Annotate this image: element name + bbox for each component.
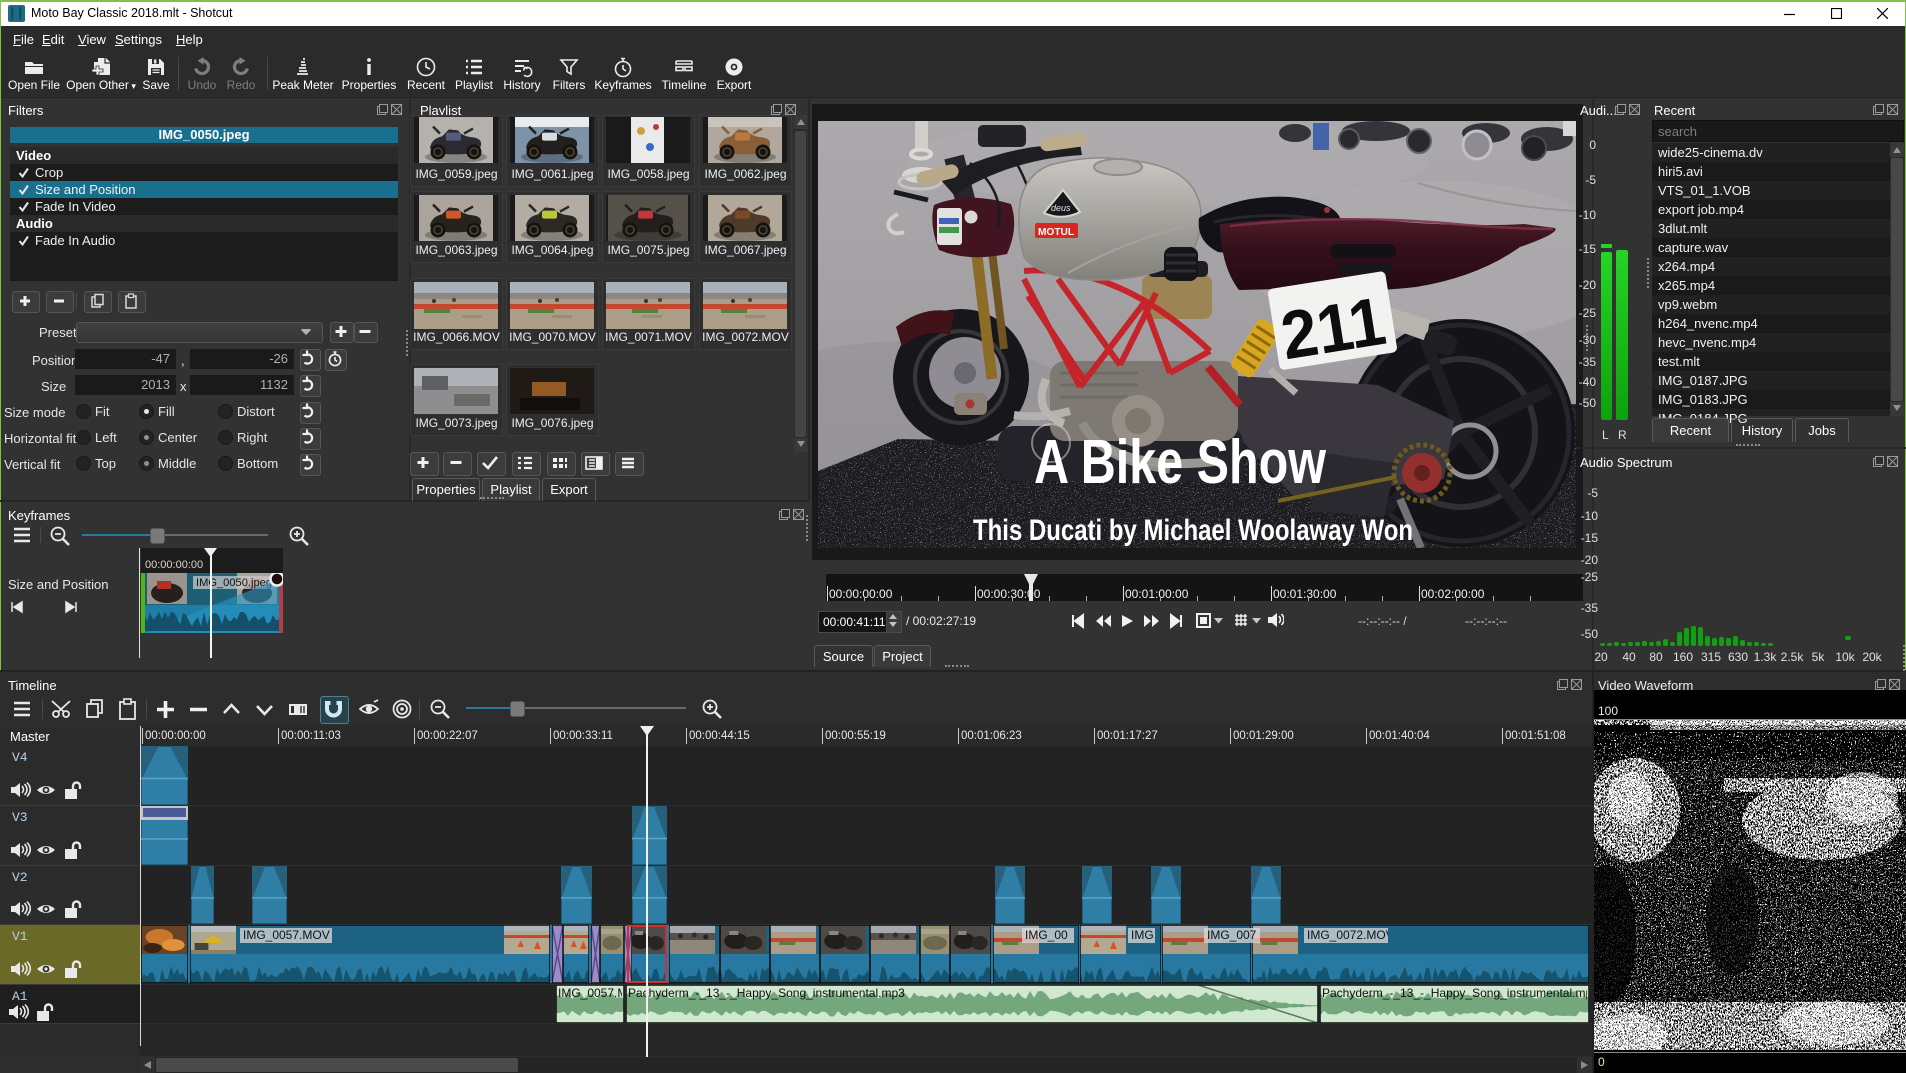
svg-text:MOTUL: MOTUL — [1038, 227, 1074, 238]
svg-text:deus: deus — [1051, 203, 1071, 213]
svg-text:A Bike Show: A Bike Show — [1034, 428, 1327, 497]
svg-text:This Ducati by Michael Woolawa: This Ducati by Michael Woolaway Won — [973, 514, 1413, 547]
svg-text:211: 211 — [1276, 283, 1391, 374]
